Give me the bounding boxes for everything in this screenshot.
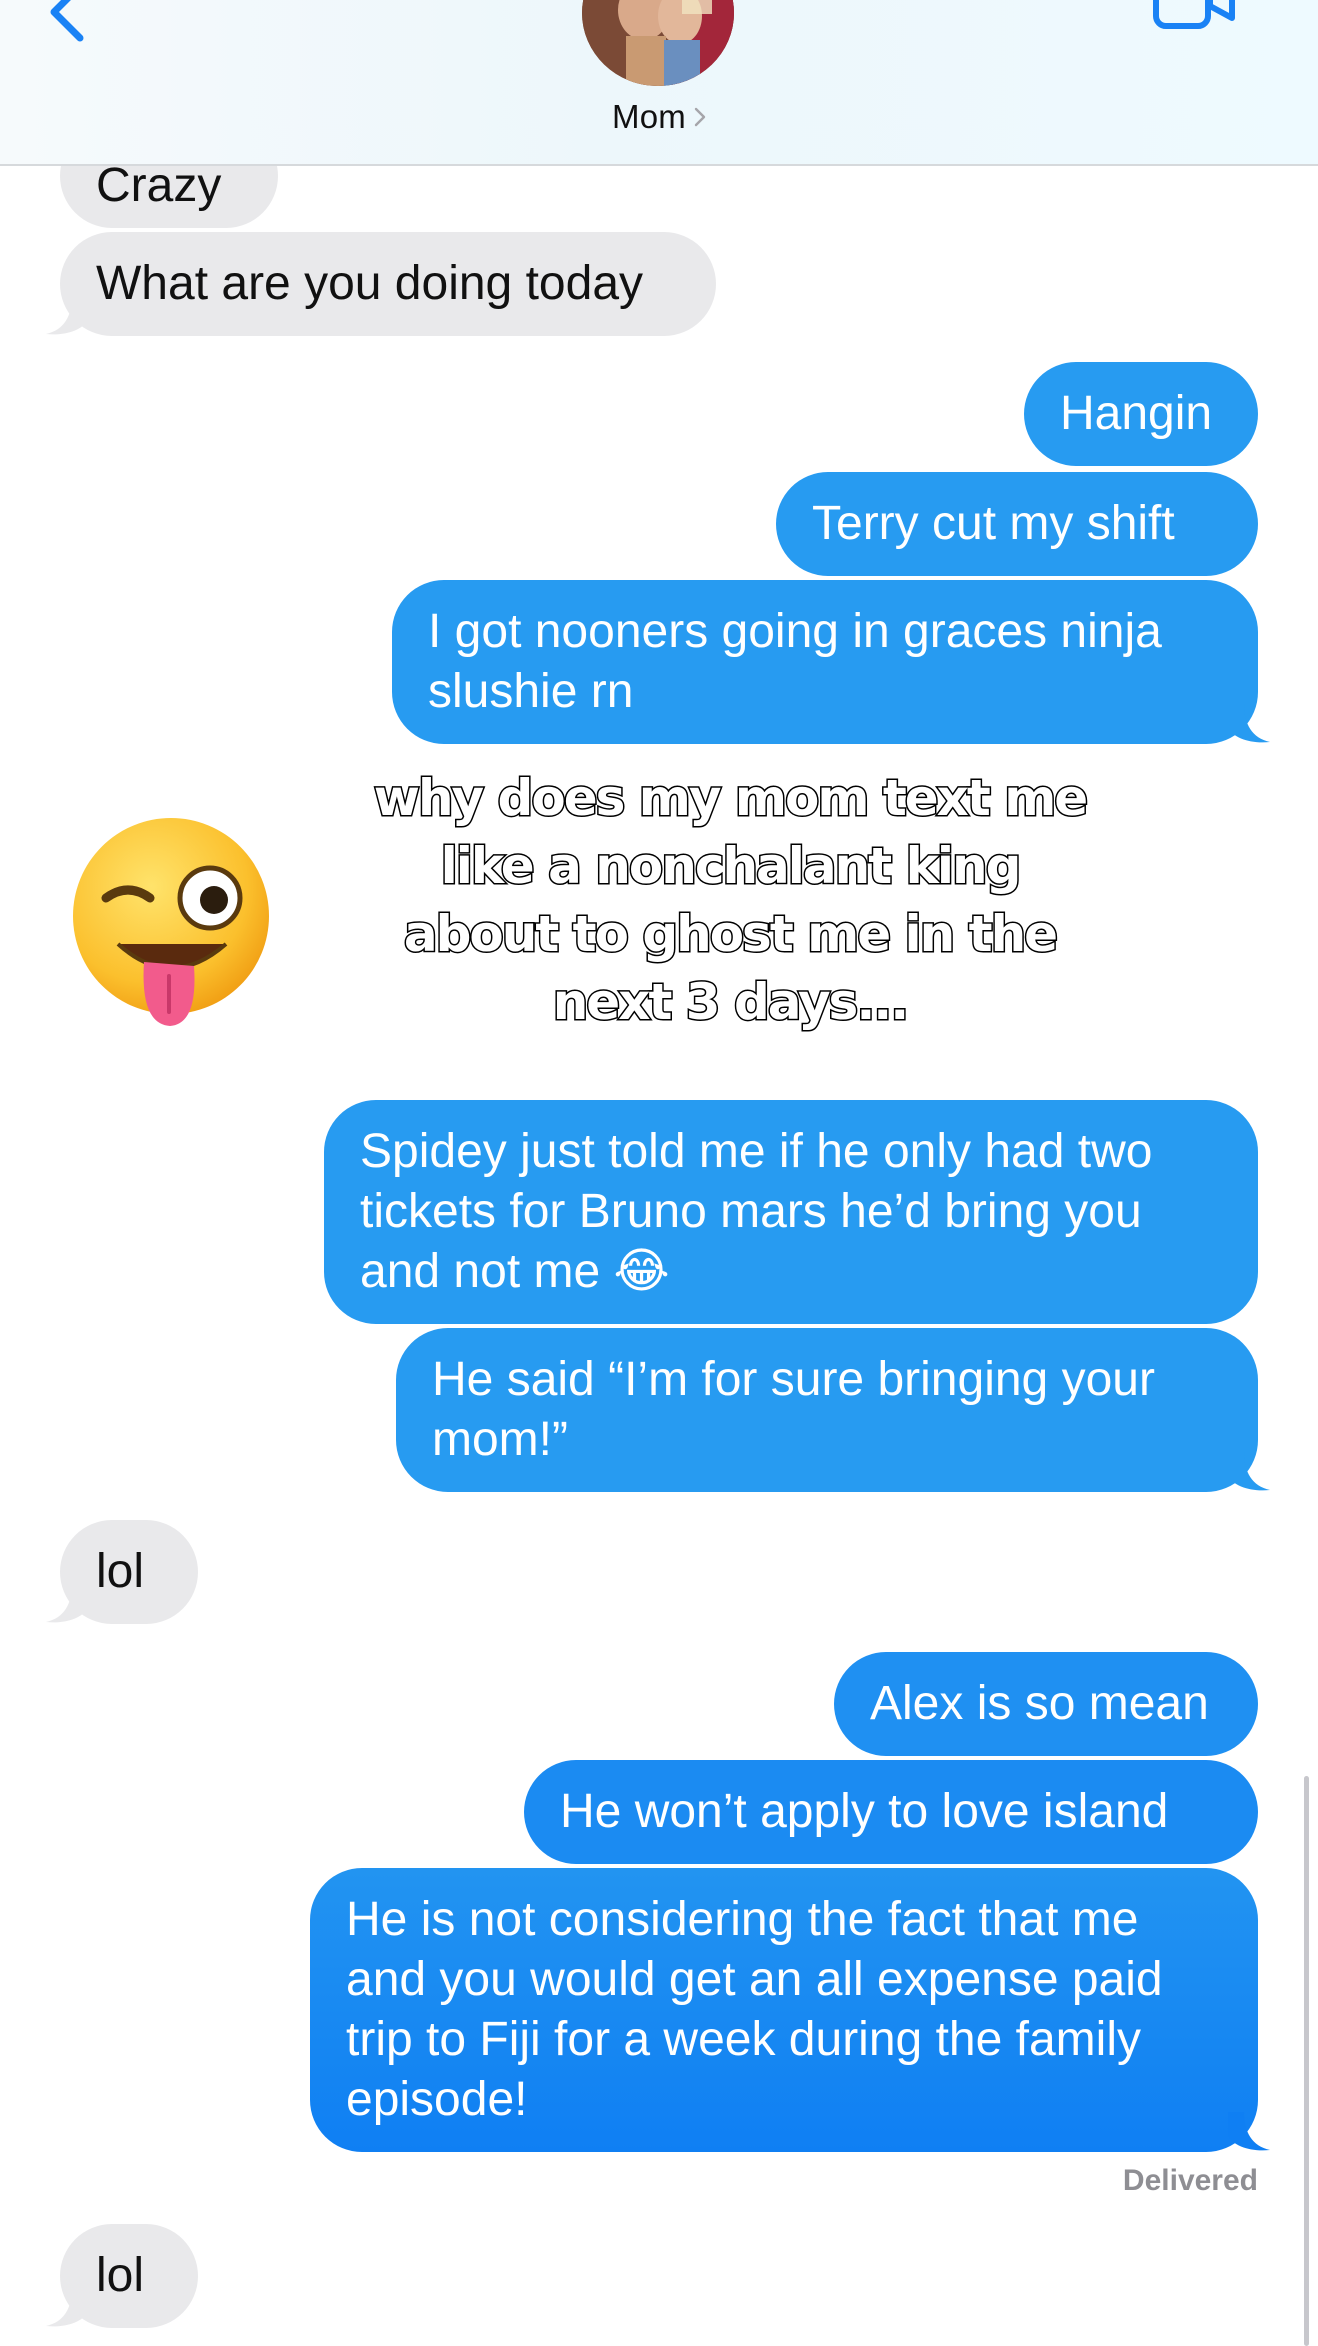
received-bubble-tail — [46, 1584, 88, 1623]
sent-message[interactable]: He won’t apply to love island — [524, 1760, 1258, 1864]
scroll-indicator[interactable] — [1304, 1776, 1309, 2346]
received-bubble-tail — [46, 296, 88, 335]
sent-message[interactable]: Hangin — [1024, 362, 1258, 466]
conversation-header: Mom — [0, 0, 1318, 166]
contact-name-label: Mom — [612, 98, 686, 135]
chevron-left-icon[interactable] — [42, 0, 96, 42]
sent-message[interactable]: Spidey just told me if he only had two t… — [324, 1100, 1258, 1324]
sent-message[interactable]: Terry cut my shift — [776, 472, 1258, 576]
received-message[interactable]: What are you doing today — [60, 232, 716, 336]
sent-message[interactable]: Alex is so mean — [834, 1652, 1258, 1756]
avatar-photo — [582, 0, 734, 86]
contact-avatar[interactable] — [582, 0, 734, 86]
winking-face-with-tongue-icon — [73, 818, 269, 1026]
sent-bubble-tail — [1228, 704, 1270, 743]
sent-bubble-tail — [1228, 1452, 1270, 1491]
overlay-caption: why does my mom text me like a nonchalan… — [372, 768, 1089, 1033]
chevron-right-icon — [694, 107, 706, 127]
delivered-status: Delivered — [1122, 2164, 1258, 2197]
sent-bubble-tail — [1228, 2112, 1270, 2151]
contact-name[interactable]: Mom — [0, 98, 1318, 136]
sent-message[interactable]: He said “I’m for sure bringing your mom!… — [396, 1328, 1258, 1492]
received-bubble-tail — [46, 2288, 88, 2327]
sent-message[interactable]: He is not considering the fact that me a… — [310, 1868, 1258, 2152]
facetime-video-icon[interactable] — [1152, 0, 1236, 32]
sent-message[interactable]: I got nooners going in graces ninja slus… — [392, 580, 1258, 744]
